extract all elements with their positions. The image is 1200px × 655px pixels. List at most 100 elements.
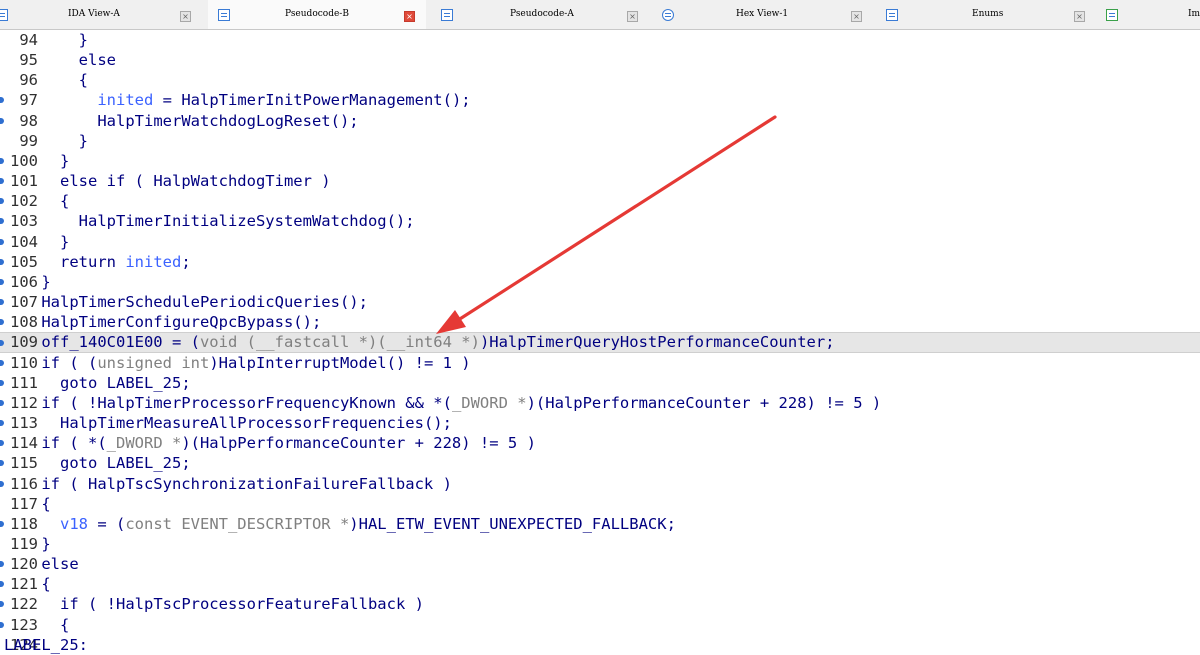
close-icon[interactable]: × [180, 11, 191, 22]
code-token: LABEL_25: [4, 635, 88, 654]
code-text: else [4, 554, 79, 574]
code-text: HalpTimerWatchdogLogReset(); [4, 111, 359, 131]
code-text: if ( *(_DWORD *)(HalpPerformanceCounter … [4, 433, 536, 453]
code-token: } [60, 232, 70, 251]
code-line[interactable]: 98 HalpTimerWatchdogLogReset(); [0, 111, 1200, 131]
code-token: else [41, 555, 79, 574]
code-line[interactable]: 101 else if ( HalpWatchdogTimer ) [0, 171, 1200, 191]
code-line-current[interactable]: 109 off_140C01E00 = (void (__fastcall *)… [0, 332, 1200, 353]
code-line[interactable]: 115 goto LABEL_25; [0, 453, 1200, 473]
code-line[interactable]: 96 { [0, 70, 1200, 90]
pseudocode-icon [218, 9, 230, 21]
code-line[interactable]: 100 } [0, 151, 1200, 171]
code-line[interactable]: 120 else [0, 554, 1200, 574]
close-icon[interactable]: × [851, 11, 862, 22]
code-line[interactable]: 122 if ( !HalpTscProcessorFeatureFallbac… [0, 594, 1200, 614]
type-token: unsigned int [97, 353, 210, 372]
code-token: if ( HalpTscSynchronizationFailureFallba… [41, 474, 452, 493]
code-token: )HalpInterruptModel() != 1 ) [209, 353, 471, 372]
code-token: off_140C01E00 = ( [41, 333, 200, 352]
code-line[interactable]: 107 HalpTimerSchedulePeriodicQueries(); [0, 292, 1200, 312]
code-text: goto LABEL_25; [4, 373, 191, 393]
code-line[interactable]: 118 v18 = (const EVENT_DESCRIPTOR *)HAL_… [0, 514, 1200, 534]
tab-label: Pseudocode-A [510, 9, 574, 19]
code-line[interactable]: 123 { [0, 615, 1200, 635]
code-line[interactable]: 111 goto LABEL_25; [0, 373, 1200, 393]
code-token: else [78, 51, 116, 70]
pseudocode-icon [441, 9, 453, 21]
code-line[interactable]: 94 } [0, 30, 1200, 50]
code-line[interactable]: 102 { [0, 191, 1200, 211]
code-token: HalpTimerWatchdogLogReset(); [97, 111, 359, 130]
code-line[interactable]: 108 HalpTimerConfigureQpcBypass(); [0, 312, 1200, 332]
code-text: off_140C01E00 = (void (__fastcall *)(__i… [4, 333, 835, 352]
code-token: return [60, 252, 126, 271]
code-text: if ( !HalpTimerProcessorFrequencyKnown &… [4, 393, 881, 413]
code-text: } [4, 151, 69, 171]
code-line[interactable]: 106 } [0, 272, 1200, 292]
close-icon[interactable]: × [627, 11, 638, 22]
code-token: HalpTimerSchedulePeriodicQueries(); [41, 293, 368, 312]
code-token: { [78, 71, 88, 90]
code-line[interactable]: 99 } [0, 131, 1200, 151]
code-token: if ( ( [41, 353, 98, 372]
tab-imports[interactable]: Im [1102, 0, 1200, 29]
code-line[interactable]: 119 } [0, 534, 1200, 554]
type-token: void (__fastcall *)(__int64 *) [199, 333, 480, 352]
code-token: if ( !HalpTscProcessorFeatureFallback ) [60, 595, 424, 614]
variable-token: v18 [60, 514, 88, 533]
enums-icon [886, 9, 898, 21]
close-icon[interactable]: × [404, 11, 415, 22]
tab-ida-view-a[interactable]: IDA View-A × [0, 0, 200, 29]
code-text: HalpTimerSchedulePeriodicQueries(); [4, 292, 368, 312]
code-text: if ( (unsigned int)HalpInterruptModel() … [4, 353, 471, 373]
code-line[interactable]: 112 if ( !HalpTimerProcessorFrequencyKno… [0, 393, 1200, 413]
code-line[interactable]: 124 LABEL_25: [0, 635, 1200, 655]
code-line[interactable]: 117 { [0, 494, 1200, 514]
code-text: HalpTimerInitializeSystemWatchdog(); [4, 211, 415, 231]
code-text: } [4, 131, 88, 151]
close-icon[interactable]: × [1074, 11, 1085, 22]
code-token: { [41, 494, 51, 513]
code-text: inited = HalpTimerInitPowerManagement(); [4, 90, 470, 110]
code-line[interactable]: 105 return inited; [0, 252, 1200, 272]
code-line[interactable]: 97 inited = HalpTimerInitPowerManagement… [0, 90, 1200, 110]
code-text: return inited; [4, 252, 191, 272]
code-line[interactable]: 121 { [0, 574, 1200, 594]
tab-hex-view-1[interactable]: Hex View-1 × [656, 0, 870, 29]
code-text: else if ( HalpWatchdogTimer ) [4, 171, 331, 191]
code-line[interactable]: 116 if ( HalpTscSynchronizationFailureFa… [0, 474, 1200, 494]
code-text: if ( !HalpTscProcessorFeatureFallback ) [4, 594, 424, 614]
tab-pseudocode-a[interactable]: Pseudocode-A × [434, 0, 646, 29]
code-line[interactable]: 110 if ( (unsigned int)HalpInterruptMode… [0, 353, 1200, 373]
disassembly-icon [0, 9, 8, 21]
code-token: } [41, 272, 51, 291]
tab-label: Enums [972, 9, 1004, 19]
code-text: { [4, 615, 69, 635]
code-text: HalpTimerConfigureQpcBypass(); [4, 312, 321, 332]
code-token: )(HalpPerformanceCounter + 228) != 5 ) [181, 434, 536, 453]
type-token: _DWORD * [451, 393, 527, 412]
code-line[interactable]: 95 else [0, 50, 1200, 70]
code-line[interactable]: 114 if ( *(_DWORD *)(HalpPerformanceCoun… [0, 433, 1200, 453]
code-text: } [4, 30, 88, 50]
code-text: { [4, 70, 88, 90]
code-text: else [4, 50, 116, 70]
code-line[interactable]: 103 HalpTimerInitializeSystemWatchdog(); [0, 211, 1200, 231]
code-line[interactable]: 104 } [0, 232, 1200, 252]
code-token: )HalpTimerQueryHostPerformanceCounter; [479, 333, 835, 352]
tab-pseudocode-b[interactable]: Pseudocode-B × [208, 0, 426, 29]
code-token: } [60, 151, 70, 170]
code-text: { [4, 191, 69, 211]
type-token: const EVENT_DESCRIPTOR * [125, 514, 350, 533]
code-line[interactable]: 113 HalpTimerMeasureAllProcessorFrequenc… [0, 413, 1200, 433]
pseudocode-view[interactable]: 94 } 95 else 96 {97 inited = HalpTimerInit… [0, 30, 1200, 655]
tab-enums[interactable]: Enums × [880, 0, 1094, 29]
code-text: if ( HalpTscSynchronizationFailureFallba… [4, 474, 452, 494]
code-token: { [41, 575, 51, 594]
code-token: goto LABEL_25; [60, 373, 191, 392]
code-token: goto LABEL_25; [60, 454, 191, 473]
code-token: } [41, 535, 51, 553]
tab-label: IDA View-A [68, 9, 120, 19]
code-token: else if ( HalpWatchdogTimer ) [60, 172, 331, 191]
